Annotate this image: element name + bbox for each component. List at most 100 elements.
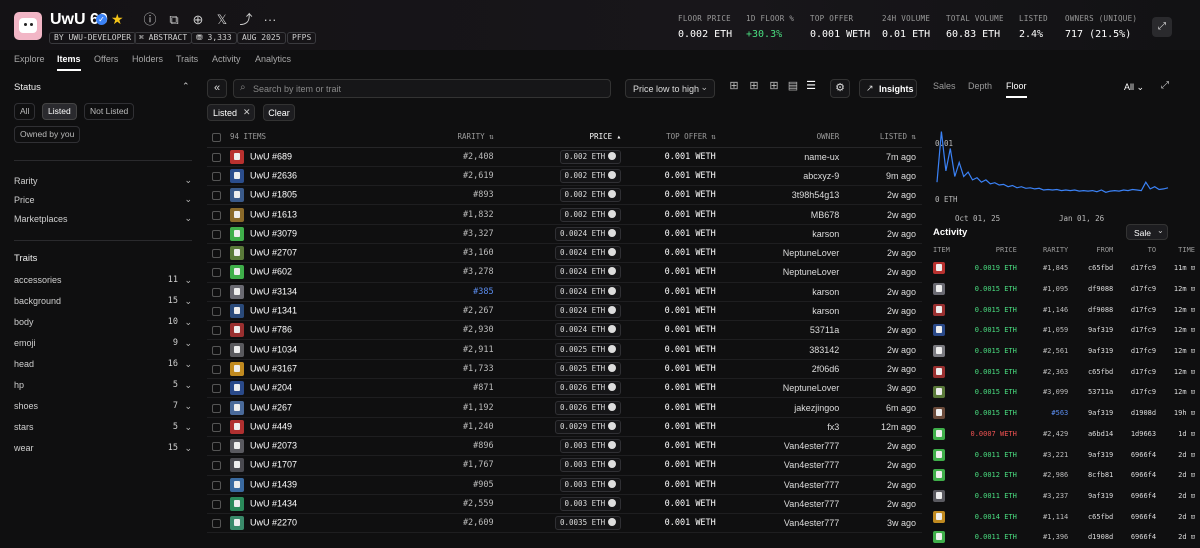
table-row[interactable]: UwU #267 #1,192 0.0026 ETH 0.001 WETH jakezj… <box>207 397 922 418</box>
col-price[interactable]: PRICE ▴ <box>493 127 622 148</box>
grid-small-view-icon[interactable]: ⊞ <box>768 80 780 92</box>
table-row[interactable]: UwU #689 #2,408 0.002 ETH 0.001 WETH name-ux… <box>207 147 922 167</box>
tab-activity[interactable]: Activity <box>212 54 241 64</box>
item-price[interactable]: 0.003 ETH <box>559 477 622 492</box>
activity-from[interactable]: df9088 <box>1068 279 1113 300</box>
row-checkbox[interactable] <box>212 422 221 432</box>
activity-from[interactable]: 8cfb81 <box>1068 465 1113 486</box>
settings-gear-icon[interactable]: ⚙ <box>830 79 850 98</box>
item-owner[interactable]: 2f06d6 <box>715 359 840 380</box>
table-row[interactable]: UwU #3134 #385 0.0024 ETH 0.001 WETH karson 2… <box>207 282 922 302</box>
expand-chart-icon[interactable]: ⤢ <box>1161 80 1169 91</box>
range-dropdown[interactable]: All ⌄ <box>1124 82 1144 93</box>
x-twitter-icon[interactable]: 𝕏 <box>214 12 230 28</box>
activity-row[interactable]: 0.0019 ETH #1,845 c65fbd d17fc9 11m ⊡ <box>929 258 1199 279</box>
chevron-up-icon[interactable]: ⌃ <box>182 81 190 92</box>
trait-head[interactable]: head 16 ⌄ <box>14 359 192 371</box>
activity-row[interactable]: 0.0015 ETH #2,561 9af319 d17fc9 12m ⊡ <box>929 341 1199 362</box>
table-row[interactable]: UwU #1034 #2,911 0.0025 ETH 0.001 WETH 38314… <box>207 339 922 360</box>
tab-analytics[interactable]: Analytics <box>255 54 291 64</box>
activity-row[interactable]: 0.0015 ETH #2,363 c65fbd d17fc9 12m ⊡ <box>929 361 1199 382</box>
info-icon[interactable]: ⓘ <box>142 12 158 28</box>
activity-to[interactable]: d17fc9 <box>1113 382 1156 403</box>
activity-to[interactable]: 6966f4 <box>1113 506 1156 527</box>
item-owner[interactable]: 3t98h54g13 <box>715 185 840 206</box>
activity-row[interactable]: 0.0007 WETH #2,429 a6bd14 1d9663 1d ⊡ <box>929 424 1199 445</box>
copy-icon[interactable]: ⧉ <box>166 12 182 28</box>
activity-to[interactable]: d17fc9 <box>1113 320 1156 341</box>
item-owner[interactable]: 53711a <box>715 320 840 341</box>
activity-type-dropdown[interactable]: Sale ⌄ <box>1126 224 1168 240</box>
activity-row[interactable]: 0.0011 ETH #3,237 9af319 6966f4 2d ⊡ <box>929 486 1199 507</box>
item-price[interactable]: 0.0024 ETH <box>555 265 622 280</box>
activity-to[interactable]: d1908d <box>1113 403 1156 424</box>
item-owner[interactable]: name-ux <box>715 147 840 167</box>
activity-from[interactable]: df9088 <box>1068 299 1113 320</box>
item-owner[interactable]: fx3 <box>715 417 840 437</box>
filter-rarity[interactable]: Rarity ⌄ <box>14 175 192 186</box>
item-owner[interactable]: Van4ester777 <box>715 436 840 457</box>
activity-from[interactable]: 9af319 <box>1068 320 1113 341</box>
row-checkbox[interactable] <box>212 384 221 394</box>
trait-hp[interactable]: hp 5 ⌄ <box>14 380 192 392</box>
activity-row[interactable]: 0.0015 ETH #1,059 9af319 d17fc9 12m ⊡ <box>929 320 1199 341</box>
activity-from[interactable]: c65fbd <box>1068 361 1113 382</box>
item-owner[interactable]: Van4ester777 <box>715 494 840 515</box>
row-checkbox[interactable] <box>212 500 221 510</box>
table-row[interactable]: UwU #204 #871 0.0026 ETH 0.001 WETH NeptuneL… <box>207 378 922 399</box>
filter-price[interactable]: Price ⌄ <box>14 194 192 205</box>
sort-dropdown[interactable]: Price low to high ⌄ <box>625 79 715 98</box>
col-top-offer[interactable]: TOP OFFER ⇅ <box>621 127 716 148</box>
trait-background[interactable]: background 15 ⌄ <box>14 296 192 308</box>
table-row[interactable]: UwU #3167 #1,733 0.0025 ETH 0.001 WETH 2f06d… <box>207 359 922 380</box>
row-checkbox[interactable] <box>212 287 221 297</box>
close-icon[interactable]: ✕ <box>243 107 251 118</box>
table-row[interactable]: UwU #1707 #1,767 0.003 ETH 0.001 WETH Van4es… <box>207 455 922 476</box>
table-row[interactable]: UwU #1434 #2,559 0.003 ETH 0.001 WETH Van4es… <box>207 494 922 515</box>
tab-sales[interactable]: Sales <box>933 81 956 91</box>
activity-from[interactable]: 9af319 <box>1068 403 1113 424</box>
tab-holders[interactable]: Holders <box>132 54 163 64</box>
item-owner[interactable]: karson <box>715 282 840 302</box>
activity-row[interactable]: 0.0015 ETH #1,095 df9088 d17fc9 12m ⊡ <box>929 279 1199 300</box>
tab-depth[interactable]: Depth <box>968 81 992 91</box>
activity-from[interactable]: c65fbd <box>1068 506 1113 527</box>
row-checkbox[interactable] <box>212 307 221 317</box>
item-owner[interactable]: MB678 <box>715 204 840 225</box>
item-price[interactable]: 0.0026 ETH <box>555 381 622 396</box>
expand-icon[interactable]: ⤢ <box>1152 17 1172 37</box>
status-not-listed-button[interactable]: Not Listed <box>84 103 135 120</box>
item-price[interactable]: 0.002 ETH <box>559 168 622 183</box>
activity-to[interactable]: d17fc9 <box>1113 299 1156 320</box>
activity-from[interactable]: c65fbd <box>1068 258 1113 279</box>
row-checkbox[interactable] <box>212 345 221 355</box>
grid-large-view-icon[interactable]: ⊞ <box>728 80 740 92</box>
item-price[interactable]: 0.0024 ETH <box>555 246 622 261</box>
row-checkbox[interactable] <box>212 480 221 490</box>
row-checkbox[interactable] <box>212 152 221 162</box>
item-price[interactable]: 0.002 ETH <box>559 149 622 164</box>
item-price[interactable]: 0.0029 ETH <box>555 419 622 434</box>
grid-medium-view-icon[interactable]: ⊞ <box>748 80 760 92</box>
col-listed[interactable]: LISTED ⇅ <box>839 127 922 148</box>
activity-row[interactable]: 0.0015 ETH #1,146 df9088 d17fc9 12m ⊡ <box>929 299 1199 320</box>
filter-marketplaces[interactable]: Marketplaces ⌄ <box>14 213 192 224</box>
item-owner[interactable]: Van4ester777 <box>715 475 840 495</box>
row-checkbox[interactable] <box>212 191 221 201</box>
activity-to[interactable]: 6966f4 <box>1113 444 1156 465</box>
item-owner[interactable]: abcxyz-9 <box>715 166 840 187</box>
row-checkbox[interactable] <box>212 210 221 220</box>
activity-to[interactable]: d17fc9 <box>1113 341 1156 362</box>
table-row[interactable]: UwU #1613 #1,832 0.002 ETH 0.001 WETH MB678 2… <box>207 204 922 225</box>
list-view-icon[interactable]: ▤ <box>787 80 799 92</box>
table-row[interactable]: UwU #2636 #2,619 0.002 ETH 0.001 WETH abcxyz… <box>207 166 922 187</box>
row-checkbox[interactable] <box>212 519 221 529</box>
table-view-icon[interactable]: ☰ <box>805 80 817 92</box>
table-row[interactable]: UwU #3079 #3,327 0.0024 ETH 0.001 WETH karso… <box>207 224 922 244</box>
item-price[interactable]: 0.0024 ETH <box>555 226 622 241</box>
tab-traits[interactable]: Traits <box>176 54 198 64</box>
status-listed-button[interactable]: Listed <box>42 103 77 120</box>
table-row[interactable]: UwU #2270 #2,609 0.0035 ETH 0.001 WETH Van4e… <box>207 513 922 534</box>
activity-row[interactable]: 0.0015 ETH #3,099 53711a d17fc9 12m ⊡ <box>929 382 1199 403</box>
row-checkbox[interactable] <box>212 461 221 471</box>
